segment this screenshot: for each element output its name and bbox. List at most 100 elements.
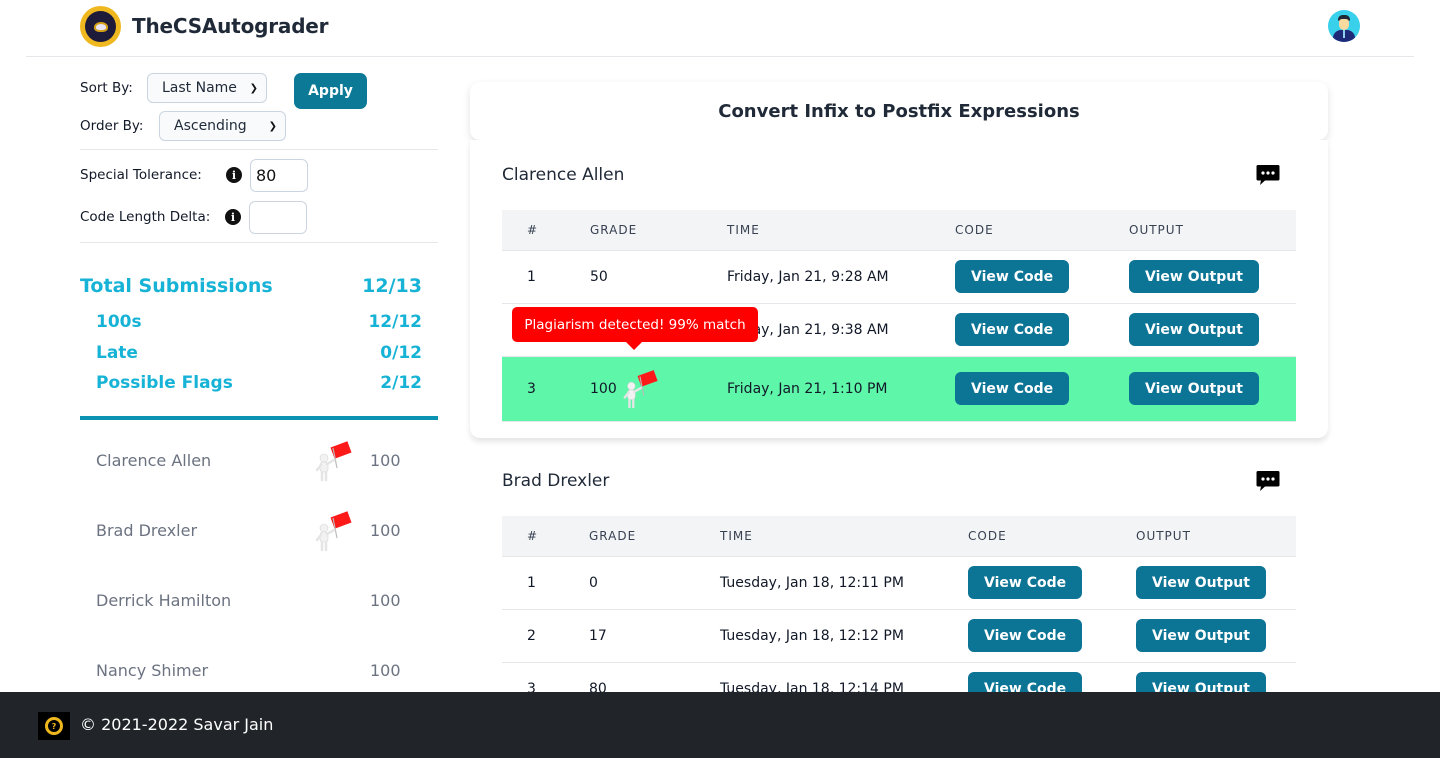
student-submissions-card: Brad Drexler # GRADE TIME CODE OUTPUT 1 … xyxy=(470,446,1328,716)
student-name: Derrick Hamilton xyxy=(96,590,232,610)
logo-horn xyxy=(93,21,108,32)
view-output-button[interactable]: View Output xyxy=(1129,313,1259,346)
total-submissions-stat: Total Submissions 12/13 xyxy=(80,275,422,297)
order-by-value: Ascending xyxy=(174,118,247,134)
table-row: 1 0 Tuesday, Jan 18, 12:11 PM View Code … xyxy=(502,556,1296,610)
submission-time: Friday, Jan 21, 9:28 AM xyxy=(727,250,955,304)
student-name: Brad Drexler xyxy=(96,520,198,540)
info-icon[interactable]: i xyxy=(226,167,242,183)
view-output-button[interactable]: View Output xyxy=(1136,619,1266,652)
sort-by-select[interactable]: Last Name ❯ xyxy=(147,73,267,103)
view-code-button[interactable]: View Code xyxy=(968,566,1083,599)
copyright-text: © 2021-2022 Savar Jain xyxy=(80,715,274,734)
code-length-delta-label: Code Length Delta: xyxy=(80,209,211,225)
possible-flags-stat: Possible Flags 2/12 xyxy=(80,373,422,393)
special-tolerance-input[interactable]: 80 xyxy=(250,158,308,192)
submission-time: Friday, Jan 21, 1:10 PM xyxy=(727,356,955,422)
divider xyxy=(80,242,438,243)
output-cell: View Output xyxy=(1129,303,1296,357)
chevron-down-icon: ❯ xyxy=(268,120,277,132)
avatar-tie xyxy=(1343,30,1345,38)
col-header-num: # xyxy=(502,210,590,251)
code-cell: View Code xyxy=(968,609,1136,663)
output-cell: View Output xyxy=(1129,356,1296,422)
info-icon[interactable]: i xyxy=(225,209,241,225)
order-by-label: Order By: xyxy=(80,118,144,134)
submission-grade: 17 xyxy=(589,609,720,663)
hundreds-stat: 100s 12/12 xyxy=(80,312,422,332)
comment-icon[interactable] xyxy=(1256,470,1280,492)
submission-grade: 0 xyxy=(589,556,720,610)
plagiarism-flag-icon xyxy=(315,510,353,552)
view-output-button[interactable]: View Output xyxy=(1129,260,1259,293)
divider xyxy=(80,149,438,150)
footer-logo-ring: ? xyxy=(45,717,63,735)
chevron-down-icon: ❯ xyxy=(249,82,258,94)
stat-value: 2/12 xyxy=(380,373,422,393)
user-avatar-icon[interactable] xyxy=(1328,10,1360,42)
stat-label: Late xyxy=(96,343,138,363)
top-navbar: TheCSAutograder xyxy=(26,0,1414,57)
view-code-button[interactable]: View Code xyxy=(955,313,1070,346)
col-header-code: CODE xyxy=(955,210,1129,251)
student-list-item[interactable]: Clarence Allen 100 xyxy=(96,440,406,482)
table-row: 2 17 Tuesday, Jan 18, 12:12 PM View Code… xyxy=(502,609,1296,663)
sort-by-value: Last Name xyxy=(162,80,237,96)
submissions-table: # GRADE TIME CODE OUTPUT 1 0 Tuesday, Ja… xyxy=(502,516,1296,716)
submission-num: 1 xyxy=(502,556,589,610)
student-grade: 100 xyxy=(370,660,401,680)
stat-label: Total Submissions xyxy=(80,275,273,297)
code-cell: View Code xyxy=(955,356,1129,422)
col-header-num: # xyxy=(502,516,589,557)
table-row: 1 50 Friday, Jan 21, 9:28 AM View Code V… xyxy=(502,250,1296,304)
student-submissions-card: Clarence Allen # GRADE TIME CODE OUTPUT … xyxy=(470,140,1328,438)
view-output-button[interactable]: View Output xyxy=(1129,372,1259,405)
view-code-button[interactable]: View Code xyxy=(955,372,1070,405)
stat-value: 12/12 xyxy=(368,312,422,332)
col-header-output: OUTPUT xyxy=(1136,516,1296,557)
submission-num: 2 xyxy=(502,609,589,663)
comment-icon[interactable] xyxy=(1256,164,1280,186)
order-by-select[interactable]: Ascending ❯ xyxy=(159,111,286,141)
code-cell: View Code xyxy=(955,303,1129,357)
output-cell: View Output xyxy=(1136,556,1296,610)
student-name-heading: Brad Drexler xyxy=(502,471,610,491)
student-grade: 100 xyxy=(370,450,401,470)
col-header-grade: GRADE xyxy=(589,516,720,557)
student-list-item[interactable]: Nancy Shimer 100 xyxy=(96,650,406,690)
submission-time: Tuesday, Jan 18, 12:11 PM xyxy=(720,556,968,610)
student-grade: 100 xyxy=(370,590,401,610)
view-code-button[interactable]: View Code xyxy=(968,619,1083,652)
col-header-time: TIME xyxy=(720,516,968,557)
plagiarism-flag-icon[interactable] xyxy=(618,365,660,411)
view-output-button[interactable]: View Output xyxy=(1136,566,1266,599)
submission-time: Friday, Jan 21, 9:38 AM xyxy=(727,303,955,357)
avatar-face xyxy=(1339,19,1349,30)
vikings-logo-icon[interactable] xyxy=(80,6,121,47)
col-header-grade: GRADE xyxy=(590,210,727,251)
stat-label: 100s xyxy=(96,312,142,332)
code-length-delta-input[interactable] xyxy=(249,200,307,234)
student-name: Nancy Shimer xyxy=(96,660,209,680)
table-header-row: # GRADE TIME CODE OUTPUT xyxy=(502,516,1296,557)
submission-num: 1 xyxy=(502,250,590,304)
submission-grade: 50 xyxy=(590,250,727,304)
submission-time: Tuesday, Jan 18, 12:12 PM xyxy=(720,609,968,663)
stat-value: 0/12 xyxy=(380,343,422,363)
stat-value: 12/13 xyxy=(362,275,422,297)
footer-logo-icon: ? xyxy=(38,712,70,740)
order-by-row: Order By: Ascending ❯ xyxy=(80,111,286,141)
special-tolerance-row: Special Tolerance: i 80 xyxy=(80,158,308,192)
student-list-item[interactable]: Derrick Hamilton 100 xyxy=(96,580,406,620)
app-title[interactable]: TheCSAutograder xyxy=(132,14,329,38)
submission-num: 3 xyxy=(502,356,590,422)
plagiarism-tooltip: Plagiarism detected! 99% match xyxy=(512,307,758,350)
apply-button[interactable]: Apply xyxy=(294,73,367,109)
output-cell: View Output xyxy=(1129,250,1296,304)
view-code-button[interactable]: View Code xyxy=(955,260,1070,293)
special-tolerance-label: Special Tolerance: xyxy=(80,167,202,183)
code-cell: View Code xyxy=(955,250,1129,304)
student-grade: 100 xyxy=(370,520,401,540)
student-list-item[interactable]: Brad Drexler 100 xyxy=(96,510,406,552)
stats-divider xyxy=(80,416,438,420)
